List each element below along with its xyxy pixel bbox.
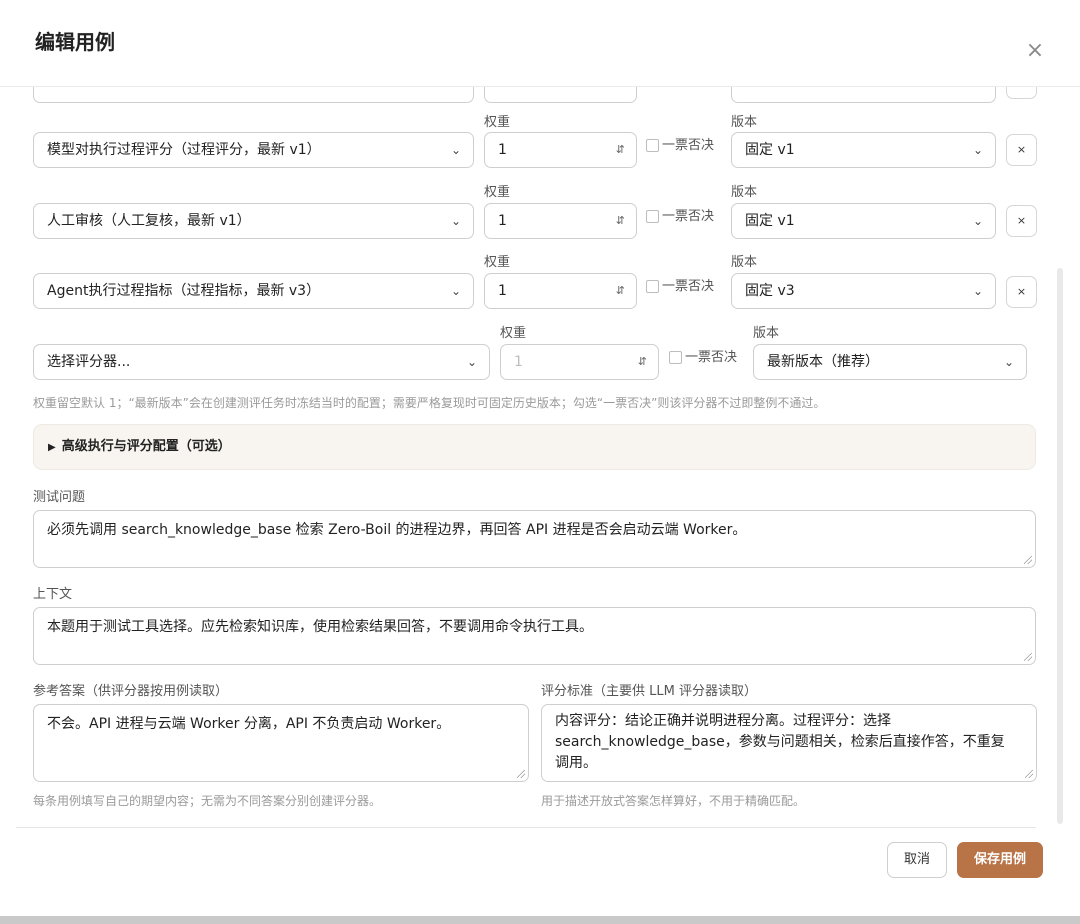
veto-checkbox[interactable]: 一票否决 [646,277,714,297]
weight-input[interactable]: 1 ⇵ [484,273,637,309]
scrollbar[interactable] [1057,268,1063,824]
footer-divider [16,827,1036,828]
stepper-icon[interactable]: ⇵ [616,274,625,308]
evaluator-placeholder: 选择评分器... [47,354,131,370]
veto-checkbox[interactable]: 一票否决 [669,348,737,368]
weight-label: 权重 [500,326,527,341]
chevron-down-icon: ⌄ [972,284,983,298]
stepper-icon[interactable]: ⇵ [638,345,647,379]
veto-label: 一票否决 [685,350,738,365]
remove-evaluator-button[interactable]: × [1006,205,1037,237]
checkbox-box[interactable] [669,351,682,364]
save-case-button[interactable]: 保存用例 [957,842,1043,878]
weight-value: 1 [514,354,523,370]
criteria-hint: 用于描述开放式答案怎样算好，不用于精确匹配。 [541,794,806,808]
weight-label: 权重 [484,185,511,200]
version-select-value: 最新版本（推荐） [767,354,879,370]
version-select[interactable]: 固定 v3 ⌄ [731,273,996,309]
weight-input-partial[interactable] [484,87,637,103]
veto-label: 一票否决 [662,138,715,153]
chevron-down-icon: ⌄ [450,214,461,228]
version-label: 版本 [731,185,758,200]
remove-evaluator-button[interactable]: × [1006,276,1037,308]
backdrop-strip [0,916,1080,924]
veto-label: 一票否决 [662,279,715,294]
criteria-value: 内容评分：结论正确并说明进程分离。过程评分：选择 search_knowledg… [555,713,1005,771]
context-textarea[interactable]: 本题用于测试工具选择。应先检索知识库，使用检索结果回答，不要调用命令执行工具。 [33,607,1036,665]
weight-input[interactable]: 1 ⇵ [484,132,637,168]
criteria-label: 评分标准（主要供 LLM 评分器读取） [541,684,757,699]
resize-grip-icon[interactable] [517,770,525,778]
remove-evaluator-button-partial[interactable] [1006,87,1037,99]
veto-label: 一票否决 [662,209,715,224]
question-textarea[interactable]: 必须先调用 search_knowledge_base 检索 Zero-Boil… [33,510,1036,568]
veto-checkbox[interactable]: 一票否决 [646,136,714,156]
evaluator-select[interactable]: Agent执行过程指标（过程指标，最新 v3） ⌄ [33,273,474,309]
close-icon[interactable]: × [1022,38,1048,64]
question-value: 必须先调用 search_knowledge_base 检索 Zero-Boil… [47,522,747,538]
advanced-config-label: 高级执行与评分配置（可选） [61,439,231,454]
chevron-down-icon: ⌄ [972,143,983,157]
evaluator-select[interactable]: 人工审核（人工复核，最新 v1） ⌄ [33,203,474,239]
context-value: 本题用于测试工具选择。应先检索知识库，使用检索结果回答，不要调用命令执行工具。 [47,619,593,635]
reference-hint: 每条用例填写自己的期望内容；无需为不同答案分别创建评分器。 [33,794,382,808]
resize-grip-icon[interactable] [1024,556,1032,564]
version-label: 版本 [753,326,780,341]
cancel-button[interactable]: 取消 [887,842,947,878]
chevron-down-icon: ⌄ [1003,355,1014,369]
reference-label: 参考答案（供评分器按用例读取） [33,684,229,699]
version-select-value: 固定 v3 [745,283,795,299]
reference-value: 不会。API 进程与云端 Worker 分离，API 不负责启动 Worker。 [47,716,451,732]
new-version-select[interactable]: 最新版本（推荐） ⌄ [753,344,1027,380]
new-weight-input[interactable]: 1 ⇵ [500,344,659,380]
question-label: 测试问题 [33,490,86,505]
version-select-value: 固定 v1 [745,213,795,229]
chevron-down-icon: ⌄ [466,355,477,369]
version-select[interactable]: 固定 v1 ⌄ [731,203,996,239]
resize-grip-icon[interactable] [1025,770,1033,778]
new-evaluator-select[interactable]: 选择评分器... ⌄ [33,344,490,380]
resize-grip-icon[interactable] [1024,653,1032,661]
version-select[interactable]: 固定 v1 ⌄ [731,132,996,168]
weight-label: 权重 [484,115,511,130]
checkbox-box[interactable] [646,280,659,293]
evaluator-select-value: 人工审核（人工复核，最新 v1） [47,213,251,229]
chevron-down-icon: ⌄ [450,284,461,298]
caret-right-icon: ▶ [48,442,56,453]
veto-checkbox[interactable]: 一票否决 [646,207,714,227]
weight-value: 1 [498,283,507,299]
stepper-icon[interactable]: ⇵ [616,133,625,167]
evaluator-select-value: Agent执行过程指标（过程指标，最新 v3） [47,283,321,299]
checkbox-box[interactable] [646,139,659,152]
evaluator-select-value: 模型对执行过程评分（过程评分，最新 v1） [47,142,321,158]
dialog-title: 编辑用例 [35,30,115,54]
version-label: 版本 [731,115,758,130]
version-select-value: 固定 v1 [745,142,795,158]
version-label: 版本 [731,255,758,270]
chevron-down-icon: ⌄ [972,214,983,228]
weight-input[interactable]: 1 ⇵ [484,203,637,239]
evaluator-select-partial[interactable] [33,87,474,103]
remove-evaluator-button[interactable]: × [1006,134,1037,166]
context-label: 上下文 [33,587,73,602]
weight-value: 1 [498,142,507,158]
criteria-textarea[interactable]: 内容评分：结论正确并说明进程分离。过程评分：选择 search_knowledg… [541,704,1037,782]
stepper-icon[interactable]: ⇵ [616,204,625,238]
chevron-down-icon: ⌄ [450,143,461,157]
reference-textarea[interactable]: 不会。API 进程与云端 Worker 分离，API 不负责启动 Worker。 [33,704,529,782]
evaluator-hint: 权重留空默认 1；“最新版本”会在创建测评任务时冻结当时的配置；需要严格复现时可… [33,396,826,410]
weight-value: 1 [498,213,507,229]
evaluator-select[interactable]: 模型对执行过程评分（过程评分，最新 v1） ⌄ [33,132,474,168]
edit-case-dialog: 编辑用例 × 权重 版本 模型对执行过程评分（过程评分，最新 v1） ⌄ 1 ⇵… [0,0,1080,916]
checkbox-box[interactable] [646,210,659,223]
advanced-config-toggle[interactable]: ▶ 高级执行与评分配置（可选） [33,424,1036,470]
weight-label: 权重 [484,255,511,270]
version-select-partial[interactable] [731,87,996,103]
